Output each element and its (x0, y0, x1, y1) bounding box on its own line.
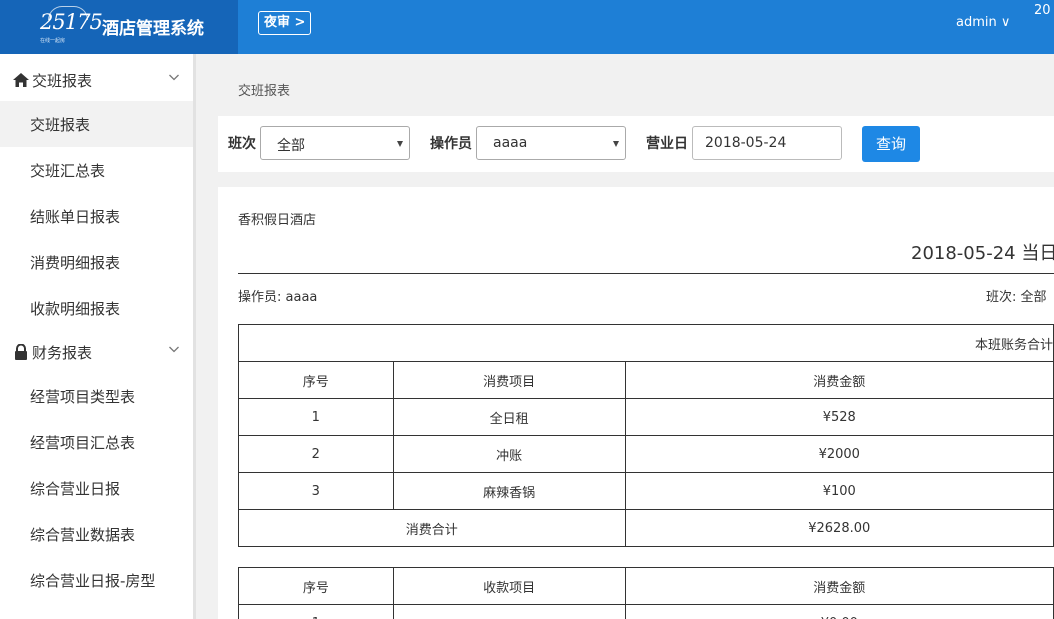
sidebar-item-daily-room-type[interactable]: 综合营业日报-房型 (0, 557, 193, 603)
payment-table: 序号 收款项目 消费金额 1 ¥0.00 (238, 567, 1054, 619)
dropdown-arrow-icon (613, 141, 619, 147)
sidebar-item-label: 消费明细报表 (30, 254, 121, 272)
table-row: 2 冲账 ¥2000 (238, 435, 1054, 473)
table-caption-text: 本班账务合计 (974, 337, 1053, 353)
chevron-down-icon (169, 346, 179, 353)
top-header: 25175 在线一起房 酒店管理系统 夜审 > admin ∨ 20 (0, 0, 1054, 54)
user-menu[interactable]: admin ∨ (956, 15, 1010, 30)
column-header: 消费金额 (624, 361, 1054, 399)
sidebar-item-shift-report[interactable]: 交班报表 (0, 101, 193, 147)
operator-select[interactable]: aaaa (476, 126, 626, 160)
business-day-label: 营业日 (646, 136, 688, 152)
total-label: 消费合计 (238, 509, 626, 547)
table-total-row: 消费合计 ¥2628.00 (238, 509, 1054, 547)
dropdown-arrow-icon (397, 141, 403, 147)
table-row: 1 全日租 ¥528 (238, 398, 1054, 436)
report-operator: 操作员: aaaa (238, 290, 318, 305)
app-title: 酒店管理系统 (102, 19, 204, 39)
table-cell: ¥0.00 (624, 604, 1054, 619)
sidebar-item-consumption-detail[interactable]: 消费明细报表 (0, 239, 193, 285)
home-icon (13, 73, 29, 87)
night-audit-button[interactable]: 夜审 > (258, 11, 312, 35)
sidebar-item-label: 收款明细报表 (30, 300, 121, 318)
table-header-row: 序号 收款项目 消费金额 (238, 567, 1054, 605)
table-caption-row: 本班账务合计 (238, 324, 1054, 362)
table-header-row: 序号 消费项目 消费金额 (238, 361, 1054, 399)
table-cell: 1 (238, 398, 394, 436)
sidebar-item-label: 结账单日报表 (30, 208, 121, 226)
sidebar-group-label: 财务报表 (32, 344, 93, 362)
sidebar-item-business-summary[interactable]: 经营项目汇总表 (0, 419, 193, 465)
shift-select-value: 全部 (277, 138, 305, 154)
table-cell: ¥528 (624, 398, 1054, 436)
table-cell: 1 (238, 604, 394, 619)
column-header: 序号 (238, 567, 394, 605)
shift-summary-table: 本班账务合计 序号 消费项目 消费金额 1 全日租 ¥528 2 冲账 ¥200… (238, 324, 1054, 547)
sidebar-item-business-data[interactable]: 综合营业数据表 (0, 511, 193, 557)
sidebar-item-payment-detail[interactable]: 收款明细报表 (0, 285, 193, 331)
sidebar-item-label: 交班汇总表 (30, 162, 106, 180)
logo-area[interactable]: 25175 在线一起房 酒店管理系统 (0, 0, 238, 54)
sidebar-item-label: 经营项目类型表 (30, 388, 136, 406)
logo-tagline: 在线一起房 (40, 38, 66, 44)
table-cell: 冲账 (392, 435, 626, 473)
sidebar-item-label: 经营项目汇总表 (30, 434, 136, 452)
sidebar: 交班报表 交班报表 交班汇总表 结账单日报表 消费明细报表 收款明细报表 财务报… (0, 54, 196, 619)
hotel-name: 香积假日酒店 (238, 213, 317, 228)
operator-label: 操作员 (430, 136, 472, 152)
sidebar-item-label: 交班报表 (30, 116, 91, 134)
chevron-down-icon (169, 74, 179, 81)
column-header: 收款项目 (392, 567, 626, 605)
business-day-input[interactable] (692, 126, 842, 160)
column-header: 消费金额 (624, 567, 1054, 605)
report-title: 2018-05-24 当日3 (911, 243, 1054, 264)
column-header: 序号 (238, 361, 394, 399)
table-row: 1 ¥0.00 (238, 604, 1054, 619)
logo: 25175 在线一起房 (38, 6, 103, 44)
table-cell (392, 604, 626, 619)
table-row: 3 麻辣香锅 ¥100 (238, 472, 1054, 510)
report-shift: 班次: 全部 (986, 290, 1047, 305)
shift-label: 班次 (228, 136, 256, 152)
table-cell: ¥100 (624, 472, 1054, 510)
total-value: ¥2628.00 (624, 509, 1054, 547)
sidebar-group-finance-reports[interactable]: 财务报表 (0, 329, 193, 375)
sidebar-item-label: 综合营业日报 (30, 480, 121, 498)
sidebar-item-business-type[interactable]: 经营项目类型表 (0, 373, 193, 419)
operator-select-value: aaaa (493, 135, 528, 151)
sidebar-item-shift-summary[interactable]: 交班汇总表 (0, 147, 193, 193)
sidebar-item-label: 综合营业日报-房型 (30, 572, 156, 590)
report-panel: 香积假日酒店 2018-05-24 当日3 操作员: aaaa 班次: 全部 本… (218, 187, 1054, 619)
table-cell: 麻辣香锅 (392, 472, 626, 510)
column-header: 消费项目 (392, 361, 626, 399)
logo-number: 25175 (40, 10, 103, 34)
sidebar-item-checkout-daily[interactable]: 结账单日报表 (0, 193, 193, 239)
lock-icon (15, 344, 27, 360)
sidebar-item-label: 综合营业数据表 (30, 526, 136, 544)
header-date-clipped: 20 (1034, 3, 1051, 18)
table-cell: ¥2000 (624, 435, 1054, 473)
table-cell: 全日租 (392, 398, 626, 436)
shift-select[interactable]: 全部 (260, 126, 410, 160)
sidebar-group-label: 交班报表 (32, 72, 93, 90)
table-cell: 3 (238, 472, 394, 510)
divider (238, 273, 1054, 274)
table-cell: 2 (238, 435, 394, 473)
table-caption: 本班账务合计 (238, 324, 1054, 362)
sidebar-group-shift-reports[interactable]: 交班报表 (0, 57, 193, 103)
filter-bar: 班次 全部 操作员 aaaa 营业日 查询 (218, 116, 1054, 172)
breadcrumb: 交班报表 (238, 84, 291, 99)
query-button[interactable]: 查询 (862, 126, 920, 162)
sidebar-item-daily-business[interactable]: 综合营业日报 (0, 465, 193, 511)
